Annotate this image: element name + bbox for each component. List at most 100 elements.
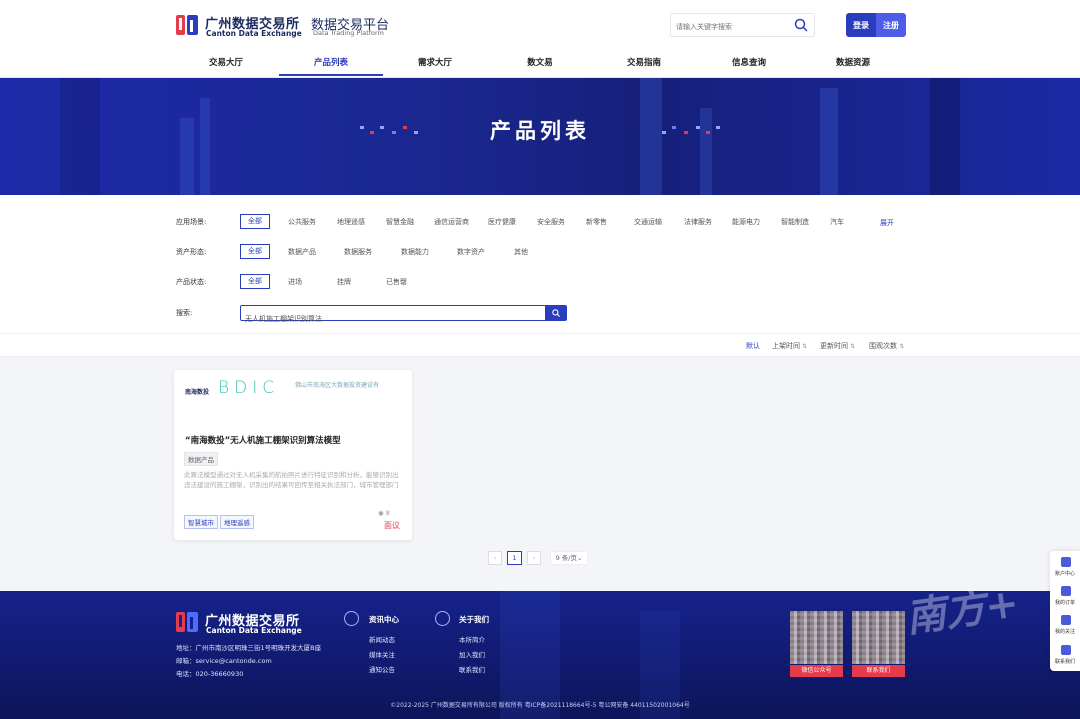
- status-label: 产品状态:: [176, 278, 207, 286]
- page-size-value: 9 条/页: [555, 554, 577, 562]
- form-option[interactable]: 其他: [514, 247, 528, 257]
- footer-address: 地址：广州市南沙区明珠三街1号明珠开发大厦B座: [176, 644, 322, 652]
- wechat-qr-code: [790, 611, 843, 664]
- footer-logo-en: Canton Data Exchange: [206, 626, 302, 635]
- form-option[interactable]: 数字资产: [457, 247, 485, 257]
- scene-option[interactable]: 通信运营商: [434, 217, 469, 227]
- footer-copyright: ©2022-2025 广州数据交易所有限公司 版权所有 粤ICP备2021118…: [390, 702, 690, 709]
- register-button[interactable]: 注册: [876, 13, 906, 37]
- sort-label: 上架时间: [772, 342, 800, 350]
- nav-demand-hall[interactable]: 需求大厅: [383, 52, 487, 78]
- status-option[interactable]: 已售罄: [386, 277, 407, 287]
- scene-option[interactable]: 新零售: [586, 217, 607, 227]
- favorite-icon[interactable]: [1061, 615, 1071, 625]
- product-search-button[interactable]: [545, 305, 567, 321]
- product-title[interactable]: “南海数投”无人机施工棚架识别算法模型: [185, 434, 341, 446]
- scene-option[interactable]: 能源电力: [732, 217, 760, 227]
- float-item-account[interactable]: 账户中心: [1052, 570, 1078, 577]
- nav-trading-guide[interactable]: 交易指南: [592, 52, 696, 78]
- footer-link[interactable]: 通知公告: [369, 664, 395, 674]
- nav-info-query[interactable]: 信息查询: [697, 52, 801, 78]
- qr-caption: 联系我们: [852, 665, 905, 677]
- scene-option[interactable]: 安全服务: [537, 217, 565, 227]
- sort-arrows-icon: ⇅: [899, 343, 905, 350]
- platform-subtitle: Data Trading Platform: [313, 29, 384, 37]
- view-count-value: 8: [385, 509, 390, 517]
- scene-option-all[interactable]: 全部: [240, 214, 270, 229]
- page-number[interactable]: 1: [507, 551, 522, 565]
- sort-label: 围观次数: [869, 342, 897, 350]
- product-description: 此算法模型通过对无人机采集的航拍照片进行特征识别和分析，能够识别出违法建设的施工…: [184, 471, 399, 489]
- scene-option[interactable]: 智能制造: [781, 217, 809, 227]
- logo-text-en: Canton Data Exchange: [206, 29, 302, 38]
- sort-default[interactable]: 默认: [746, 341, 760, 351]
- chevron-down-icon: ⌄: [576, 554, 583, 562]
- header-search-input[interactable]: [671, 16, 781, 38]
- sort-label: 更新时间: [820, 342, 848, 350]
- scene-option[interactable]: 交通运输: [634, 217, 662, 227]
- canton-logo-icon[interactable]: [175, 13, 199, 37]
- sort-update-time[interactable]: 更新时间 ⇅: [820, 341, 855, 351]
- login-button[interactable]: 登录: [846, 13, 876, 37]
- product-type-tag: 数据产品: [184, 452, 218, 466]
- eye-icon: ◉: [378, 509, 384, 517]
- scene-option[interactable]: 智慧金融: [386, 217, 414, 227]
- sort-arrows-icon: ⇅: [850, 343, 856, 350]
- form-option[interactable]: 数据能力: [401, 247, 429, 257]
- view-count: ◉ 8: [378, 509, 390, 517]
- scene-option[interactable]: 法律服务: [684, 217, 712, 227]
- page-size-select[interactable]: 9 条/页⌄: [550, 551, 588, 565]
- vendor-name: 佛山市南海区大数据投资建设有: [295, 382, 380, 389]
- banner-decoration: [360, 126, 364, 129]
- sort-listing-time[interactable]: 上架时间 ⇅: [772, 341, 807, 351]
- footer-link[interactable]: 加入我们: [459, 649, 485, 659]
- product-tag[interactable]: 地理遥感: [220, 515, 254, 529]
- float-item-contact[interactable]: 联系我们: [1052, 658, 1078, 665]
- search-label: 搜索:: [176, 309, 193, 317]
- expand-scenes-link[interactable]: 展开: [880, 218, 894, 228]
- product-search-input[interactable]: [241, 312, 541, 326]
- nav-data-trade[interactable]: 数文易: [488, 52, 592, 78]
- order-icon[interactable]: [1061, 586, 1071, 596]
- about-icon: [435, 611, 450, 626]
- sort-bar: [0, 333, 1080, 357]
- search-icon[interactable]: [794, 18, 808, 32]
- qr-caption: 微信公众号: [790, 665, 843, 677]
- auth-buttons: 登录 注册: [846, 13, 906, 37]
- scene-option[interactable]: 公共服务: [288, 217, 316, 227]
- float-item-orders[interactable]: 我的订单: [1052, 599, 1078, 606]
- header-search: [670, 13, 815, 38]
- prev-page-button[interactable]: ‹: [488, 551, 502, 565]
- vendor-logo-text: 南海数投: [185, 389, 210, 396]
- nav-data-resources[interactable]: 数据资源: [801, 52, 905, 78]
- sort-view-count[interactable]: 围观次数 ⇅: [869, 341, 904, 351]
- nav-trading-hall[interactable]: 交易大厅: [174, 52, 278, 78]
- form-option[interactable]: 数据产品: [288, 247, 316, 257]
- nav-active-indicator: [279, 74, 383, 76]
- scene-option[interactable]: 医疗健康: [488, 217, 516, 227]
- footer-link[interactable]: 本所简介: [459, 634, 485, 644]
- contact-icon[interactable]: [1061, 645, 1071, 655]
- account-icon[interactable]: [1061, 557, 1071, 567]
- status-option[interactable]: 挂牌: [337, 277, 351, 287]
- float-item-follow[interactable]: 我的关注: [1052, 628, 1078, 635]
- status-option-all[interactable]: 全部: [240, 274, 270, 289]
- news-icon: [344, 611, 359, 626]
- product-price: 面议: [384, 521, 400, 530]
- product-tag[interactable]: 智慧城市: [184, 515, 218, 529]
- footer-logo-icon: [176, 612, 198, 632]
- form-option-all[interactable]: 全部: [240, 244, 270, 259]
- sort-arrows-icon: ⇅: [802, 343, 808, 350]
- scene-option[interactable]: 地理遥感: [337, 217, 365, 227]
- form-option[interactable]: 数据服务: [344, 247, 372, 257]
- search-icon: [552, 309, 560, 317]
- status-option[interactable]: 进场: [288, 277, 302, 287]
- page-title: 产品列表: [490, 119, 590, 143]
- product-search-box: [240, 305, 546, 326]
- next-page-button[interactable]: ›: [527, 551, 541, 565]
- footer-phone: 电话：020-36660930: [176, 670, 244, 678]
- footer-link[interactable]: 媒体关注: [369, 649, 395, 659]
- footer-link[interactable]: 联系我们: [459, 664, 485, 674]
- footer-link[interactable]: 新闻动态: [369, 634, 395, 644]
- scene-option[interactable]: 汽车: [830, 217, 844, 227]
